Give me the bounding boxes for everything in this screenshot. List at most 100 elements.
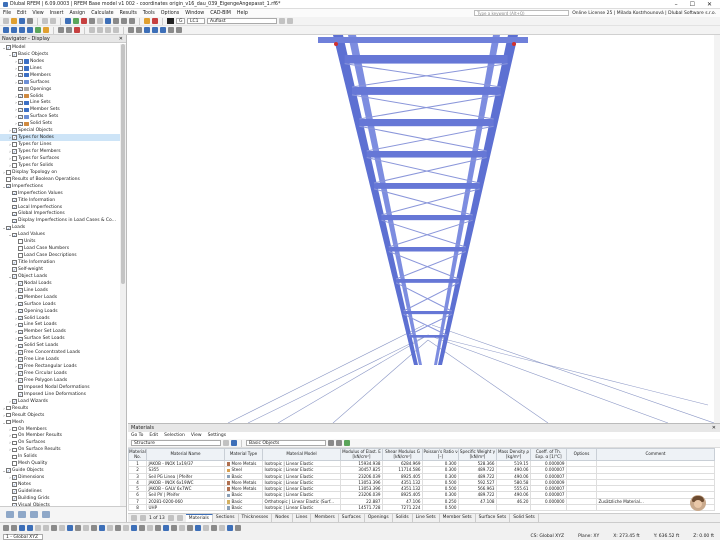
keyword-search-input[interactable]: Type a keyword (Alt+Q) <box>474 10 570 16</box>
menu-window[interactable]: Window <box>185 11 204 16</box>
nav-item[interactable]: Load Case Descriptions <box>0 252 120 259</box>
menu-view[interactable]: View <box>32 11 43 16</box>
status-tool-icon[interactable] <box>219 524 225 531</box>
visibility-checkbox[interactable]: ✓ <box>18 350 23 355</box>
close-button[interactable]: ✕ <box>707 1 712 8</box>
visibility-checkbox[interactable]: ✓ <box>12 218 17 224</box>
nav-item[interactable]: ⌄ Mesh <box>0 419 120 426</box>
menu-calculate[interactable]: Calculate <box>91 11 113 16</box>
load-icon[interactable] <box>144 18 150 24</box>
nav-item[interactable]: In Solids <box>0 453 120 460</box>
table-tab[interactable]: Nodes <box>272 514 293 522</box>
nav-item[interactable]: › ✓ Line Loads <box>0 287 120 294</box>
view-select[interactable]: 1 - Global XYZ <box>3 533 43 540</box>
column-header[interactable]: Material Model <box>262 448 341 461</box>
status-tool-icon[interactable] <box>19 524 25 531</box>
visibility-icon[interactable] <box>168 27 174 33</box>
status-tool-icon[interactable] <box>91 524 97 531</box>
nav-item[interactable]: › ✓ Surfaces <box>0 79 120 86</box>
nav-item[interactable]: Mesh Quality <box>0 460 120 467</box>
visibility-checkbox[interactable]: ✓ <box>6 468 11 473</box>
visibility-checkbox[interactable]: ✓ <box>18 121 23 127</box>
status-tool-icon[interactable] <box>187 524 193 531</box>
menu-settings[interactable]: Settings <box>208 432 226 439</box>
menu-cad-bim[interactable]: CAD-BIM <box>210 11 231 16</box>
maximize-button[interactable]: ☐ <box>690 1 695 8</box>
visibility-checkbox[interactable]: ✓ <box>12 489 17 494</box>
view-z-icon[interactable] <box>129 18 135 24</box>
table-tab[interactable]: Thicknesses <box>239 514 273 522</box>
visibility-checkbox[interactable] <box>12 142 17 147</box>
status-tool-icon[interactable] <box>171 524 177 531</box>
filter-active-icon[interactable] <box>231 440 237 446</box>
nav-item[interactable]: ⌄ ✓ Loads <box>0 224 120 231</box>
visibility-checkbox[interactable]: ✓ <box>18 93 23 99</box>
visibility-checkbox[interactable]: ✓ <box>12 197 17 203</box>
status-tool-icon[interactable] <box>67 524 73 531</box>
next-page-icon[interactable] <box>167 515 174 521</box>
status-tool-icon[interactable] <box>75 524 81 531</box>
visibility-checkbox[interactable] <box>12 156 17 161</box>
visibility-checkbox[interactable]: ✓ <box>12 149 17 154</box>
visibility-checkbox[interactable]: ✓ <box>18 357 23 362</box>
excel-icon[interactable] <box>344 440 350 446</box>
status-tool-icon[interactable] <box>43 524 49 531</box>
nav-item[interactable]: › ✓ Member Set Loads <box>0 328 120 335</box>
nav-item[interactable]: › ✓ Dimensions <box>0 474 120 481</box>
export-icon[interactable] <box>328 440 334 446</box>
nav-item[interactable]: › ✓ Types for Nodes <box>0 134 120 142</box>
load-case-name[interactable]: Auflast <box>207 18 277 24</box>
nav-item[interactable]: › ✓ Free Concentrated Loads <box>0 349 120 356</box>
visibility-checkbox[interactable]: ✓ <box>18 322 23 328</box>
visibility-checkbox[interactable]: ✓ <box>12 482 17 487</box>
visibility-checkbox[interactable]: ✓ <box>12 128 17 133</box>
prev-page-icon[interactable] <box>140 515 146 521</box>
nav-item[interactable]: › ✓ Free Polygon Loads <box>0 377 120 384</box>
status-tool-icon[interactable] <box>123 524 129 531</box>
visibility-checkbox[interactable]: ✓ <box>6 45 11 50</box>
minimize-button[interactable]: – <box>675 1 678 8</box>
visibility-checkbox[interactable]: ✓ <box>12 260 17 265</box>
status-tool-icon[interactable] <box>11 524 17 531</box>
zoom-icon[interactable] <box>97 18 103 24</box>
visibility-checkbox[interactable]: ✓ <box>18 329 23 335</box>
menu-assign[interactable]: Assign <box>69 11 85 16</box>
table-tab[interactable]: Solids <box>393 514 413 522</box>
data-tab-icon[interactable] <box>6 511 14 518</box>
visibility-checkbox[interactable]: ✓ <box>12 135 17 140</box>
table-cell[interactable] <box>496 504 531 512</box>
clipping-icon[interactable] <box>176 27 182 33</box>
print-icon[interactable] <box>27 18 33 24</box>
deformation-icon[interactable] <box>152 18 158 24</box>
menu-file[interactable]: File <box>3 11 11 16</box>
nav-item[interactable]: › ✓ Line Set Loads <box>0 322 120 329</box>
nav-item[interactable]: ✓ Global Imperfections <box>0 211 120 218</box>
visibility-checkbox[interactable]: ✓ <box>12 232 17 238</box>
load-case-type[interactable]: G <box>176 18 185 24</box>
line-icon[interactable] <box>19 27 25 33</box>
hinge-icon[interactable] <box>66 27 72 33</box>
filter-icon[interactable] <box>223 440 229 446</box>
visibility-checkbox[interactable] <box>12 440 17 446</box>
column-header[interactable]: Coeff. of Th. Exp. α [1/°C] <box>530 448 567 461</box>
nav-item[interactable]: › On Members <box>0 426 120 433</box>
visibility-checkbox[interactable]: ✓ <box>18 107 23 113</box>
table-tab[interactable]: Surface Sets <box>476 514 511 522</box>
column-header[interactable]: Material Type <box>224 448 263 461</box>
column-header[interactable]: Options <box>566 448 597 461</box>
table-cell[interactable]: UHP <box>146 504 225 512</box>
status-tool-icon[interactable] <box>99 524 105 531</box>
load-case-select[interactable]: LC1 <box>187 18 205 24</box>
results-icon[interactable] <box>81 18 87 24</box>
table-cell[interactable] <box>458 504 497 512</box>
table-row[interactable]: 8 UHP Basic Isotropic | Linear Elastic 14571… <box>128 504 715 512</box>
menu-edit[interactable]: Edit <box>17 11 26 16</box>
nav-item[interactable]: › ✓ Solid Set Loads <box>0 342 120 349</box>
nav-item[interactable]: ✓ Title Information <box>0 197 120 204</box>
table-cell[interactable] <box>566 504 597 512</box>
menu-options[interactable]: Options <box>161 11 180 16</box>
menu-tools[interactable]: Tools <box>143 11 155 16</box>
first-page-icon[interactable] <box>131 515 137 521</box>
nav-item[interactable]: Units <box>0 238 120 245</box>
menu-selection[interactable]: Selection <box>164 432 185 439</box>
